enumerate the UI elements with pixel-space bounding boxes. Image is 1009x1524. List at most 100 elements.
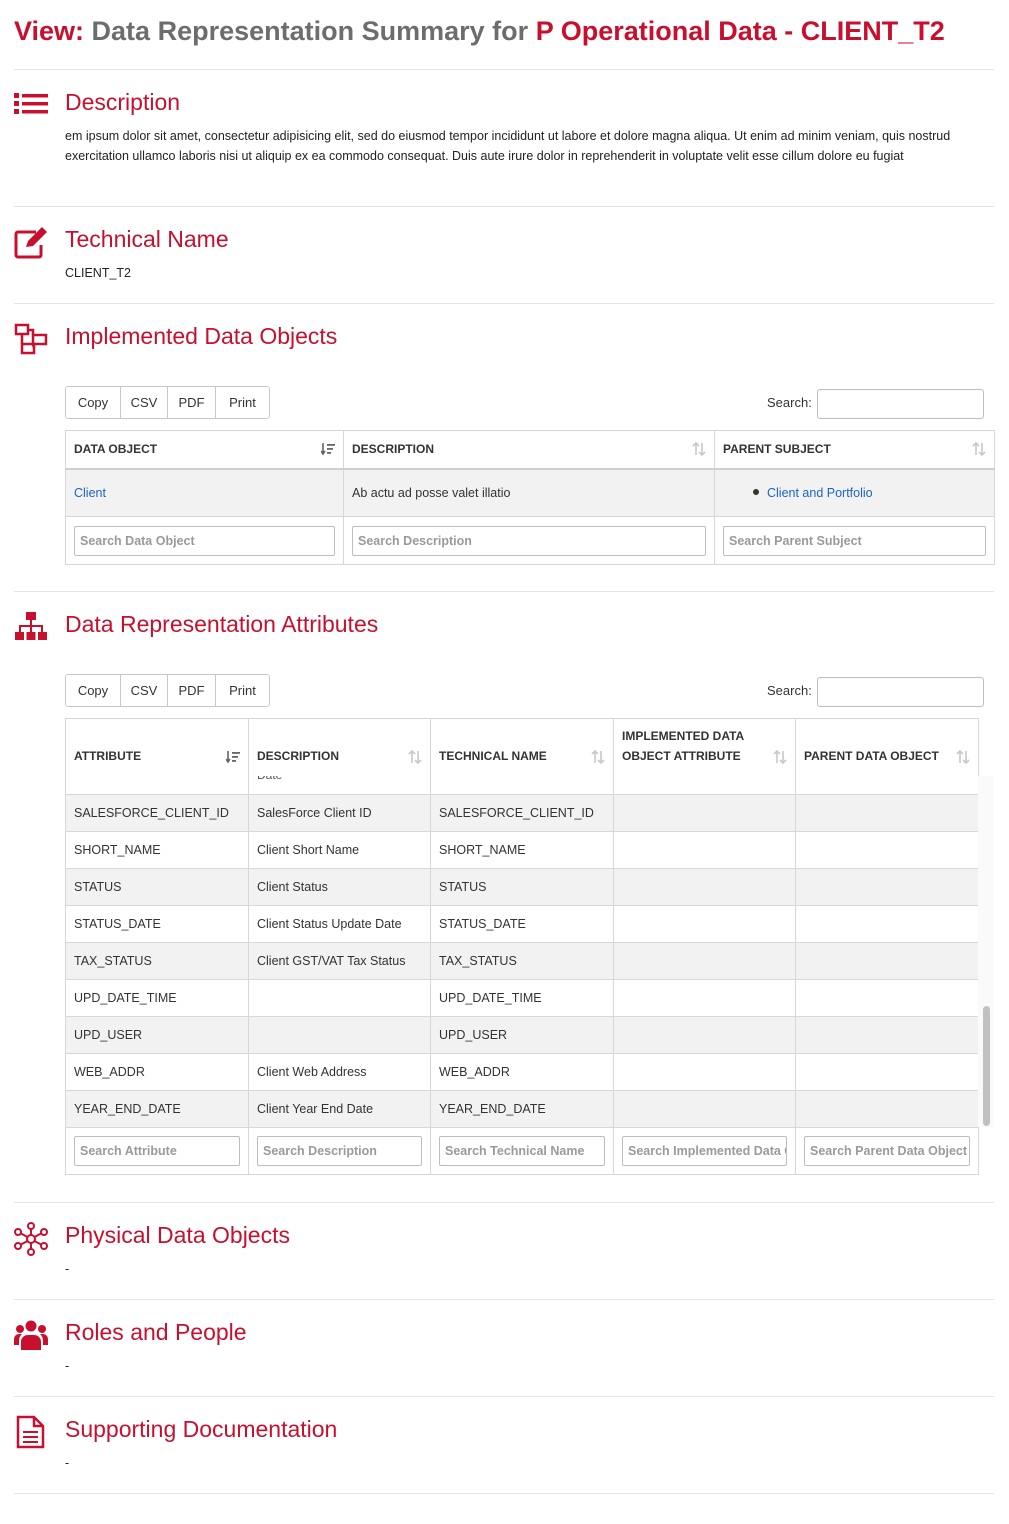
attributes-scroll-body[interactable]: Date SALESFORCE_CLIENT_ID SalesForce Cli…	[65, 776, 994, 1127]
column-header-data-object[interactable]: DATA OBJECT	[65, 430, 344, 470]
column-header-description[interactable]: DESCRIPTION	[248, 718, 431, 778]
table-row: WEB_ADDR Client Web Address WEB_ADDR	[65, 1053, 979, 1091]
table-row: UPD_USER UPD_USER	[65, 1016, 979, 1054]
title-middle: Data Representation Summary for	[91, 16, 529, 46]
search-label: Search:	[767, 683, 812, 698]
filter-row: Search Attribute Search Description Sear…	[65, 1127, 979, 1175]
description-text: em ipsum dolor sit amet, consectetur adi…	[65, 129, 951, 163]
table-cell: STATUS_DATE	[430, 905, 614, 943]
filter-row: Search Data Object Search Description Se…	[65, 516, 995, 565]
table-cell: Client Year End Date	[248, 1090, 431, 1127]
search-label: Search:	[767, 395, 812, 410]
technical-name-value: CLIENT_T2	[65, 266, 131, 280]
print-button[interactable]: Print	[216, 387, 269, 418]
table-cell: YEAR_END_DATE	[65, 1090, 249, 1127]
data-object-link[interactable]: Client	[74, 486, 106, 500]
pdf-button[interactable]: PDF	[168, 387, 216, 418]
column-header-implemented-attribute[interactable]: IMPLEMENTED DATA OBJECT ATTRIBUTE	[613, 718, 796, 778]
roles-heading: Roles and People	[65, 1319, 247, 1345]
column-header-attribute[interactable]: ATTRIBUTE	[65, 718, 249, 778]
sort-desc-icon	[226, 750, 240, 763]
table-row: Client Ab actu ad posse valet illatio Cl…	[65, 468, 995, 517]
table-cell: TAX_STATUS	[430, 942, 614, 980]
table-cell: SALESFORCE_CLIENT_ID	[65, 794, 249, 832]
filter-input[interactable]: Search Description	[352, 525, 706, 556]
table-cell: UPD_DATE_TIME	[65, 979, 249, 1017]
implemented-table: DATA OBJECT DESCRIPTION PARENT SUBJECT C…	[65, 430, 995, 565]
table-cell	[248, 979, 431, 1017]
table-cell: Date	[248, 776, 431, 795]
csv-button[interactable]: CSV	[121, 387, 168, 418]
search-input[interactable]	[817, 389, 984, 419]
table-cell: Client Web Address	[248, 1053, 431, 1091]
table-cell: STATUS	[430, 868, 614, 906]
sort-desc-icon	[321, 443, 335, 456]
table-row: TAX_STATUS Client GST/VAT Tax Status TAX…	[65, 942, 979, 980]
roles-value: -	[65, 1359, 70, 1373]
edit-icon	[14, 227, 47, 259]
page-title: View: Data Representation Summary for P …	[14, 16, 945, 47]
sort-icon	[773, 749, 787, 764]
table-cell: STATUS_DATE	[65, 905, 249, 943]
divider	[14, 1299, 994, 1300]
table-cell: STATUS	[65, 868, 249, 906]
pdf-button[interactable]: PDF	[168, 675, 216, 706]
divider	[14, 591, 994, 592]
filter-input[interactable]: Search Attribute	[74, 1136, 240, 1166]
table-cell: YEAR_END_DATE	[430, 1090, 614, 1127]
divider	[14, 206, 994, 207]
column-header-description[interactable]: DESCRIPTION	[343, 430, 715, 470]
title-subject: P Operational Data - CLIENT_T2	[535, 16, 945, 46]
attributes-table-footer: Search Attribute Search Description Sear…	[65, 1127, 979, 1175]
document-icon	[16, 1415, 45, 1449]
scrollbar-thumb[interactable]	[983, 1006, 990, 1126]
divider	[14, 1396, 994, 1397]
table-row: SHORT_NAME Client Short Name SHORT_NAME	[65, 831, 979, 869]
sort-icon	[972, 442, 986, 457]
copy-button[interactable]: Copy	[66, 387, 121, 418]
table-cell: Client Status	[248, 868, 431, 906]
sort-icon	[591, 749, 605, 764]
filter-input[interactable]: Search Data Object	[74, 525, 335, 556]
csv-button[interactable]: CSV	[121, 675, 168, 706]
table-cell: WEB_ADDR	[430, 1053, 614, 1091]
attributes-table-body: Date SALESFORCE_CLIENT_ID SalesForce Cli…	[65, 776, 979, 1127]
parent-subject-link[interactable]: Client and Portfolio	[767, 486, 873, 500]
table-cell: SHORT_NAME	[430, 831, 614, 869]
sort-icon	[408, 749, 422, 764]
filter-input[interactable]: Search Description	[257, 1136, 422, 1166]
table-row: YEAR_END_DATE Client Year End Date YEAR_…	[65, 1090, 979, 1127]
table-cell: Client Status Update Date	[248, 905, 431, 943]
table-cell: Client GST/VAT Tax Status	[248, 942, 431, 980]
table-cell: UPD_DATE_TIME	[430, 979, 614, 1017]
sort-icon	[692, 442, 706, 457]
table-row: UPD_DATE_TIME UPD_DATE_TIME	[65, 979, 979, 1017]
column-header-parent-data-object[interactable]: PARENT DATA OBJECT	[795, 718, 979, 778]
data-objects-icon	[14, 323, 48, 355]
title-prefix: View:	[14, 16, 85, 46]
filter-input[interactable]: Search Parent Data Object	[804, 1136, 970, 1166]
table-row: STATUS Client Status STATUS	[65, 868, 979, 906]
filter-input[interactable]: Search Technical Name	[439, 1136, 605, 1166]
column-header-parent-subject[interactable]: PARENT SUBJECT	[714, 430, 995, 470]
filter-input[interactable]: Search Parent Subject	[723, 525, 986, 556]
physical-value: -	[65, 1262, 70, 1276]
table-cell: Client Short Name	[248, 831, 431, 869]
table-row: Date	[65, 776, 979, 795]
column-header-technical-name[interactable]: TECHNICAL NAME	[430, 718, 614, 778]
copy-button[interactable]: Copy	[66, 675, 121, 706]
table-cell: SALESFORCE_CLIENT_ID	[430, 794, 614, 832]
table-cell: UPD_USER	[65, 1016, 249, 1054]
table-cell: TAX_STATUS	[65, 942, 249, 980]
table-cell: UPD_USER	[430, 1016, 614, 1054]
description-heading: Description	[65, 89, 181, 115]
hierarchy-icon	[15, 612, 47, 640]
search-input[interactable]	[817, 677, 984, 707]
users-icon	[14, 1320, 48, 1350]
docs-heading: Supporting Documentation	[65, 1416, 338, 1442]
docs-value: -	[65, 1456, 70, 1470]
export-buttons: Copy CSV PDF Print	[65, 386, 270, 419]
print-button[interactable]: Print	[216, 675, 269, 706]
sort-icon	[956, 749, 970, 764]
filter-input[interactable]: Search Implemented Data Object Attribute	[622, 1136, 787, 1166]
